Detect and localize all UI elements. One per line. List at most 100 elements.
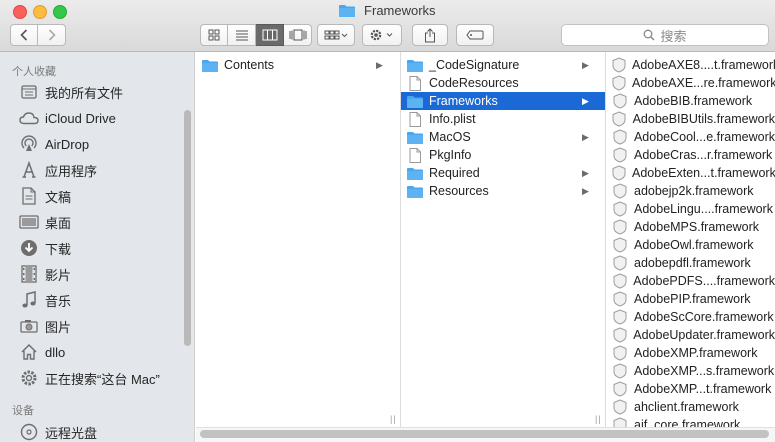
sidebar-item-home[interactable]: dllo (19, 341, 65, 363)
item-label: Info.plist (429, 112, 476, 126)
list-item[interactable]: AdobeScCore.framework (606, 308, 775, 326)
list-item[interactable]: AdobeLingu....framework (606, 200, 775, 218)
icon-view-button[interactable] (200, 24, 228, 46)
chevron-right-icon: ▶ (582, 131, 589, 142)
sidebar-item-documents[interactable]: 文稿 (19, 185, 71, 207)
list-item[interactable]: MacOS ▶ (401, 128, 605, 146)
sidebar-item-label: 应用程序 (45, 163, 98, 179)
share-button[interactable] (412, 24, 448, 46)
list-item[interactable]: AdobeXMP...t.framework (606, 380, 775, 398)
list-item[interactable]: Required ▶ (401, 164, 605, 182)
framework-bundle-icon (612, 147, 628, 163)
search-field[interactable]: 搜索 (561, 24, 769, 46)
list-item[interactable]: AdobeCras...r.framework (606, 146, 775, 164)
framework-bundle-icon (612, 75, 626, 91)
list-item[interactable]: AdobeBIBUtils.framework (606, 110, 775, 128)
list-item[interactable]: AdobePIP.framework (606, 290, 775, 308)
list-view-button[interactable] (228, 24, 256, 46)
framework-bundle-icon (612, 111, 627, 127)
chevron-right-icon (48, 29, 56, 41)
documents-icon (19, 187, 39, 205)
file-icon (407, 147, 423, 163)
list-item[interactable]: CodeResources (401, 74, 605, 92)
column-resize-handle[interactable]: || (390, 414, 397, 424)
list-item[interactable]: Resources ▶ (401, 182, 605, 200)
folder-icon (407, 183, 423, 199)
list-item[interactable]: AdobeBIB.framework (606, 92, 775, 110)
list-item[interactable]: AdobeMPS.framework (606, 218, 775, 236)
sidebar-item-music[interactable]: 音乐 (19, 289, 71, 311)
list-item[interactable]: AdobeExten...t.framework (606, 164, 775, 182)
arrange-button[interactable] (317, 24, 355, 46)
disc-icon (19, 423, 39, 441)
chevron-right-icon: ▶ (376, 59, 383, 70)
sidebar-item-applications[interactable]: 应用程序 (19, 159, 97, 181)
item-label: CodeResources (429, 76, 519, 90)
finder-window: Frameworks 搜索 个人收藏 我的所有文件 iCloud Drive A… (0, 0, 775, 442)
sidebar-item-label: 远程光盘 (45, 425, 98, 441)
forward-button[interactable] (38, 24, 66, 46)
list-item[interactable]: AdobeXMP...s.framework (606, 362, 775, 380)
list-item[interactable]: AdobeUpdater.framework (606, 326, 775, 344)
sidebar-scrollbar[interactable] (184, 110, 191, 346)
item-label: AdobeAXE...re.framework (632, 76, 775, 90)
action-button[interactable] (362, 24, 402, 46)
list-item[interactable]: AdobeOwl.framework (606, 236, 775, 254)
list-item[interactable]: AdobePDFS....framework (606, 272, 775, 290)
sidebar-item-label: 影片 (45, 267, 72, 283)
framework-bundle-icon (612, 255, 628, 271)
sidebar-item-downloads[interactable]: 下载 (19, 237, 71, 259)
folder-icon (407, 93, 423, 109)
item-label: Contents (224, 58, 275, 72)
sidebar-item-label: 音乐 (45, 293, 72, 309)
sidebar-item-label: 下载 (45, 241, 72, 257)
column-resize-handle[interactable]: || (595, 414, 602, 424)
sidebar-section-favorites: 个人收藏 (12, 66, 56, 78)
item-label: AdobeUpdater.framework (633, 328, 775, 342)
list-item[interactable]: AdobeAXE8....t.framework (606, 56, 775, 74)
list-item[interactable]: AdobeAXE...re.framework (606, 74, 775, 92)
framework-bundle-icon (612, 309, 628, 325)
item-label: ahclient.framework (634, 400, 739, 414)
horizontal-scrollbar[interactable] (200, 430, 769, 438)
home-icon (19, 343, 39, 361)
sidebar-item-label: dllo (45, 344, 66, 360)
list-item-selected[interactable]: Frameworks ▶ (401, 92, 605, 110)
music-icon (19, 291, 39, 309)
list-item[interactable]: adobepdfl.framework (606, 254, 775, 272)
list-item[interactable]: Contents ▶ (196, 56, 400, 74)
framework-bundle-icon (612, 327, 627, 343)
framework-bundle-icon (612, 219, 628, 235)
list-item[interactable]: PkgInfo (401, 146, 605, 164)
list-item[interactable]: ahclient.framework (606, 398, 775, 416)
sidebar-item-label: iCloud Drive (45, 110, 116, 126)
column-view-button[interactable] (256, 24, 284, 46)
list-item[interactable]: adobejp2k.framework (606, 182, 775, 200)
sidebar-item-all-files[interactable]: 我的所有文件 (19, 81, 123, 103)
list-item[interactable]: Info.plist (401, 110, 605, 128)
sidebar-item-icloud-drive[interactable]: iCloud Drive (19, 107, 116, 129)
sidebar-item-desktop[interactable]: 桌面 (19, 211, 71, 233)
back-button[interactable] (10, 24, 38, 46)
list-item[interactable]: AdobeCool...e.framework (606, 128, 775, 146)
column-2: _CodeSignature ▶ CodeResources Framework… (401, 52, 606, 427)
sidebar-item-remote-disc[interactable]: 远程光盘 (19, 421, 97, 442)
search-placeholder: 搜索 (660, 28, 687, 44)
item-label: _CodeSignature (429, 58, 520, 72)
item-label: MacOS (429, 130, 471, 144)
window-title: Frameworks (0, 3, 775, 20)
sidebar-item-airdrop[interactable]: AirDrop (19, 133, 89, 155)
sidebar-item-pictures[interactable]: 图片 (19, 315, 71, 337)
folder-icon (202, 57, 218, 73)
list-item[interactable]: AdobeXMP.framework (606, 344, 775, 362)
sidebar-item-movies[interactable]: 影片 (19, 263, 71, 285)
column-1: Contents ▶ || (196, 52, 401, 427)
item-label: AdobeOwl.framework (634, 238, 754, 252)
tags-button[interactable] (456, 24, 494, 46)
item-label: AdobeBIBUtils.framework (632, 112, 775, 126)
cover-flow-button[interactable] (284, 24, 312, 46)
sidebar-item-search-this-mac[interactable]: 正在搜索“这台 Mac” (19, 367, 160, 389)
sidebar: 个人收藏 我的所有文件 iCloud Drive AirDrop 应用程序 文稿… (0, 52, 195, 442)
list-item[interactable]: _CodeSignature ▶ (401, 56, 605, 74)
framework-bundle-icon (612, 57, 626, 73)
